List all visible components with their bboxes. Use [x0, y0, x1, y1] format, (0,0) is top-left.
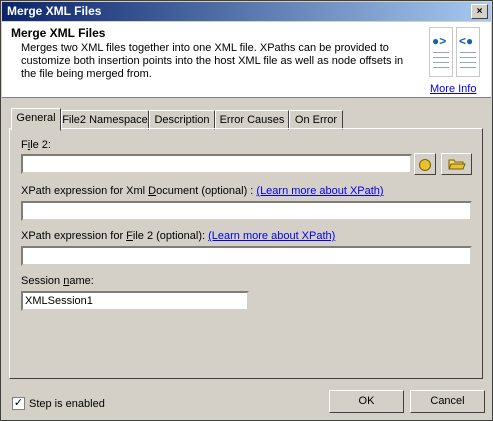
- merge-xml-dialog: Merge XML Files × Merge XML Files Merges…: [0, 0, 493, 421]
- tab-description[interactable]: Description: [149, 110, 215, 130]
- cancel-button[interactable]: Cancel: [410, 390, 485, 413]
- xpath-file2-label: XPath expression for File 2 (optional): …: [21, 230, 336, 242]
- window-title: Merge XML Files: [7, 4, 102, 18]
- close-button[interactable]: ×: [471, 4, 488, 19]
- browse-file-button[interactable]: [441, 153, 472, 175]
- file2-label: File 2:: [21, 139, 51, 151]
- more-info-link[interactable]: More Info: [430, 83, 476, 95]
- header-description: Merges two XML files together into one X…: [21, 42, 404, 80]
- tab-general[interactable]: General: [11, 108, 61, 131]
- tab-on-error[interactable]: On Error: [289, 110, 343, 130]
- step-enabled-label: Step is enabled: [29, 398, 105, 410]
- step-enabled-checkbox[interactable]: ✓: [12, 397, 25, 410]
- ok-button[interactable]: OK: [329, 390, 404, 413]
- file2-input[interactable]: [21, 154, 412, 174]
- tab-error-causes[interactable]: Error Causes: [215, 110, 289, 130]
- xpath-document-input[interactable]: [21, 201, 472, 221]
- xpath-document-label: XPath expression for Xml Document (optio…: [21, 185, 384, 197]
- tab-file2-namespace[interactable]: File2 Namespace: [61, 110, 149, 130]
- session-name-input[interactable]: XMLSession1: [21, 291, 249, 311]
- folder-open-icon: [447, 159, 466, 170]
- title-bar: Merge XML Files ×: [2, 2, 491, 21]
- variable-icon: [419, 159, 431, 171]
- xml-document-icon: <●: [456, 27, 480, 77]
- learn-xpath-link[interactable]: (Learn more about XPath): [208, 230, 335, 242]
- header-panel: Merge XML Files Merges two XML files tog…: [2, 22, 491, 98]
- session-name-label: Session name:: [21, 275, 94, 287]
- header-title: Merge XML Files: [11, 26, 106, 40]
- xpath-file2-input[interactable]: [21, 246, 472, 266]
- learn-xpath-link[interactable]: (Learn more about XPath): [256, 185, 383, 197]
- xml-document-icon: ●>: [429, 27, 453, 77]
- general-tab-panel: File 2: XPath expression for Xml Documen…: [9, 128, 483, 379]
- variable-picker-button[interactable]: [414, 153, 436, 175]
